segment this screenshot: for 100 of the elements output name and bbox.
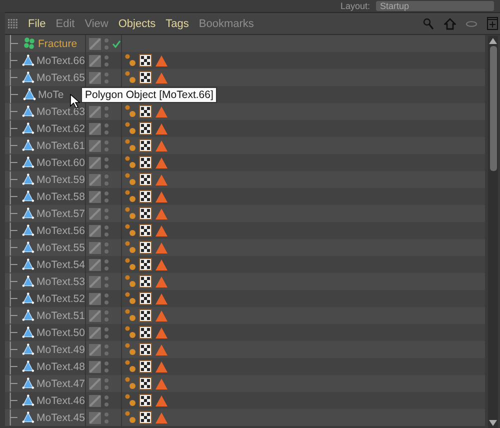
material-tag-icon[interactable] [139, 207, 152, 220]
layer-icon[interactable] [89, 344, 101, 356]
object-row[interactable]: MoText.51 [5, 307, 485, 324]
visibility-dots-icon[interactable] [104, 38, 109, 50]
object-name[interactable]: MoText.51 [36, 310, 85, 322]
object-name[interactable]: MoText.52 [36, 292, 85, 304]
home-icon[interactable] [444, 18, 456, 30]
material-tag-icon[interactable] [139, 224, 152, 237]
scrollbar[interactable] [488, 36, 498, 428]
object-name[interactable]: MoText.58 [36, 190, 85, 202]
visibility-dots-icon[interactable] [104, 140, 109, 152]
material-tag-icon[interactable] [139, 258, 152, 271]
visibility-dots-icon[interactable] [104, 242, 109, 254]
material-tag-icon[interactable] [139, 190, 152, 203]
material-tag-icon[interactable] [139, 275, 152, 288]
scroll-up-icon[interactable] [489, 38, 497, 44]
object-name[interactable]: MoTe [38, 88, 64, 100]
layer-icon[interactable] [89, 378, 101, 390]
layer-icon[interactable] [89, 310, 101, 322]
material-tag-icon[interactable] [139, 241, 152, 254]
layer-icon[interactable] [89, 242, 101, 254]
vertex-map-tag-icon[interactable] [125, 224, 136, 237]
object-name[interactable]: MoText.45 [36, 412, 85, 424]
material-tag-icon[interactable] [139, 360, 152, 373]
menu-item[interactable]: Objects [118, 18, 156, 30]
object-row[interactable]: Fracture [5, 35, 485, 52]
visibility-dots-icon[interactable] [104, 258, 109, 270]
search-icon[interactable] [423, 18, 434, 30]
layer-icon[interactable] [89, 276, 101, 288]
layer-icon[interactable] [89, 174, 101, 186]
material-tag-icon[interactable] [139, 71, 152, 84]
object-row[interactable]: MoText.61 [5, 137, 485, 154]
visibility-dots-icon[interactable] [104, 412, 109, 424]
menu-item[interactable]: File [28, 18, 46, 30]
object-row[interactable]: MoText.46 [5, 392, 485, 409]
vertex-map-tag-icon[interactable] [125, 190, 136, 203]
object-row[interactable]: MoText.52 [5, 290, 485, 307]
object-name[interactable]: Fracture [38, 38, 78, 50]
object-name[interactable]: MoText.48 [36, 360, 85, 372]
object-name[interactable]: MoText.65 [36, 72, 85, 84]
object-name[interactable]: MoText.49 [36, 344, 85, 356]
object-name[interactable]: MoText.54 [36, 258, 85, 270]
material-tag-icon[interactable] [139, 377, 152, 390]
layer-icon[interactable] [89, 140, 101, 152]
object-row[interactable]: MoText.45 [5, 409, 485, 426]
material-tag-icon[interactable] [139, 173, 152, 186]
material-tag-icon[interactable] [139, 394, 152, 407]
material-tag-icon[interactable] [139, 122, 152, 135]
material-tag-icon[interactable] [139, 326, 152, 339]
layer-icon[interactable] [89, 122, 101, 134]
grip-icon[interactable] [8, 18, 18, 28]
object-row[interactable]: MoText.53 [5, 273, 485, 290]
visibility-dots-icon[interactable] [104, 174, 109, 186]
vertex-map-tag-icon[interactable] [125, 360, 136, 373]
new-window-icon[interactable] [487, 17, 498, 30]
visibility-dots-icon[interactable] [104, 72, 109, 84]
scrollbar-thumb[interactable] [490, 46, 496, 171]
vertex-map-tag-icon[interactable] [125, 326, 136, 339]
material-tag-icon[interactable] [139, 54, 152, 67]
scroll-down-icon[interactable] [489, 420, 497, 426]
visibility-dots-icon[interactable] [104, 276, 109, 288]
menu-item[interactable]: Tags [166, 18, 189, 30]
visibility-dots-icon[interactable] [104, 156, 109, 168]
vertex-map-tag-icon[interactable] [125, 122, 136, 135]
layer-icon[interactable] [89, 156, 101, 168]
visibility-dots-icon[interactable] [104, 106, 109, 118]
vertex-map-tag-icon[interactable] [125, 292, 136, 305]
vertex-map-tag-icon[interactable] [125, 258, 136, 271]
object-row[interactable]: MoText.65 [5, 69, 485, 86]
visibility-dots-icon[interactable] [104, 190, 109, 202]
vertex-map-tag-icon[interactable] [125, 156, 136, 169]
layer-icon[interactable] [89, 394, 101, 406]
object-name[interactable]: MoText.46 [36, 394, 85, 406]
object-row[interactable]: MoText.55 [5, 239, 485, 256]
layer-icon[interactable] [89, 72, 101, 84]
material-tag-icon[interactable] [139, 343, 152, 356]
object-name[interactable]: MoText.63 [36, 106, 85, 118]
menu-item[interactable]: Bookmarks [198, 18, 254, 30]
object-row[interactable]: MoText.62 [5, 120, 485, 137]
object-name[interactable]: MoText.56 [36, 224, 85, 236]
object-row[interactable]: MoText.60 [5, 154, 485, 171]
layer-icon[interactable] [89, 208, 101, 220]
layer-icon[interactable] [89, 106, 101, 118]
object-name[interactable]: MoText.47 [36, 378, 85, 390]
menu-item[interactable]: Edit [56, 18, 75, 30]
object-name[interactable]: MoText.66 [36, 54, 85, 66]
layer-icon[interactable] [89, 326, 101, 338]
layer-icon[interactable] [89, 258, 101, 270]
object-row[interactable]: MoText.59 [5, 171, 485, 188]
object-row[interactable]: MoText.56 [5, 222, 485, 239]
visibility-dots-icon[interactable] [104, 394, 109, 406]
material-tag-icon[interactable] [139, 105, 152, 118]
layer-icon[interactable] [89, 54, 101, 66]
layer-icon[interactable] [89, 38, 101, 50]
object-row[interactable]: MoText.50 [5, 324, 485, 341]
material-tag-icon[interactable] [139, 309, 152, 322]
object-row[interactable]: MoText.47 [5, 375, 485, 392]
object-row[interactable]: MoText.57 [5, 205, 485, 222]
layer-icon[interactable] [89, 190, 101, 202]
object-name[interactable]: MoText.53 [36, 276, 85, 288]
